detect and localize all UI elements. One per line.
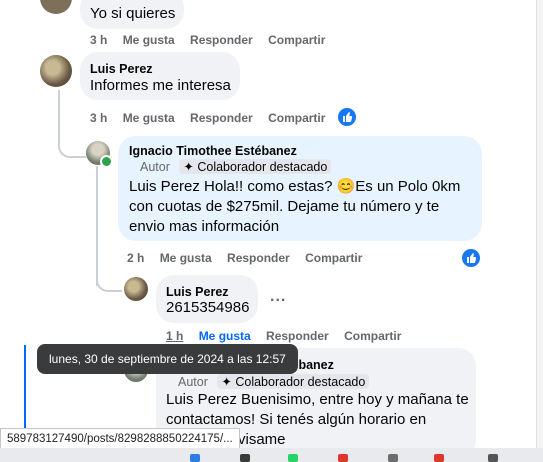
taskbar-app-icon[interactable] — [190, 454, 200, 462]
like-button[interactable]: Me gusta — [123, 111, 175, 125]
like-icon[interactable] — [336, 106, 358, 128]
reply-button[interactable]: Responder — [227, 251, 290, 265]
timestamp-link[interactable]: 2 h — [127, 251, 144, 265]
taskbar-app-icon[interactable] — [488, 454, 498, 462]
author-badges: Autor ✦ Colaborador destacado — [140, 159, 332, 174]
comment-text-line: envio mas información — [129, 218, 280, 235]
like-button[interactable]: Me gusta — [199, 329, 251, 343]
top-contributor-badge[interactable]: ✦ Colaborador destacado — [217, 374, 370, 389]
share-button[interactable]: Compartir — [344, 329, 401, 343]
sparkle-icon: ✦ — [221, 375, 232, 389]
badge-label: Colaborador destacado — [235, 375, 366, 389]
comment-text: 2615354986 — [166, 299, 250, 316]
author-label: Autor — [140, 160, 170, 174]
thread-line — [96, 268, 122, 292]
comment-author[interactable]: Luis Perez — [90, 62, 153, 76]
taskbar — [0, 448, 543, 462]
comment-text-line: Luis Perez Buenisimo, entre hoy y mañana… — [166, 391, 469, 408]
comment-actions: 3 h Me gusta Responder Compartir — [90, 111, 337, 125]
thread-line — [58, 118, 86, 158]
author-badges: Autor ✦ Colaborador destacado — [178, 374, 370, 389]
timestamp-link[interactable]: 3 h — [90, 111, 107, 125]
comment-actions: 2 h Me gusta Responder Compartir — [127, 251, 374, 265]
author-label: Autor — [178, 375, 208, 389]
like-button[interactable]: Me gusta — [123, 33, 175, 47]
timestamp-link[interactable]: 3 h — [90, 33, 107, 47]
sparkle-icon: ✦ — [183, 160, 194, 174]
online-status-indicator — [100, 155, 113, 168]
comment-text-line: Luis Perez Hola!! como estas? 😊Es un Pol… — [129, 178, 461, 195]
comment-text-line: contactamos! Si tenés algún horario en — [166, 411, 427, 428]
thread-line — [24, 345, 26, 435]
reply-button[interactable]: Responder — [266, 329, 329, 343]
taskbar-app-icon[interactable] — [388, 454, 398, 462]
top-contributor-badge[interactable]: ✦ Colaborador destacado — [179, 159, 332, 174]
taskbar-app-icon[interactable] — [288, 454, 298, 462]
taskbar-app-icon[interactable] — [434, 454, 444, 462]
comment-author[interactable]: Ignacio Timothee Estébanez — [129, 144, 297, 158]
comment-author[interactable]: Luis Perez — [166, 285, 229, 299]
share-button[interactable]: Compartir — [305, 251, 362, 265]
comment-text: Informes me interesa — [90, 77, 231, 94]
avatar[interactable] — [124, 277, 148, 301]
comment-actions: 3 h Me gusta Responder Compartir — [90, 33, 337, 47]
scrollbar[interactable] — [536, 0, 543, 448]
timestamp-tooltip: lunes, 30 de septiembre de 2024 a las 12… — [37, 344, 298, 374]
taskbar-app-icon[interactable] — [240, 454, 250, 462]
reply-button[interactable]: Responder — [190, 111, 253, 125]
reply-button[interactable]: Responder — [190, 33, 253, 47]
badge-label: Colaborador destacado — [197, 160, 328, 174]
comment-text: Yo si quieres — [90, 5, 176, 22]
avatar[interactable] — [40, 0, 72, 14]
more-options-icon[interactable]: ... — [270, 288, 286, 306]
like-icon[interactable] — [460, 247, 482, 269]
comment-text-line: visame — [238, 431, 286, 448]
timestamp-link[interactable]: 1 h — [166, 329, 183, 343]
comment-actions: 1 h Me gusta Responder Compartir — [166, 329, 413, 343]
taskbar-app-icon[interactable] — [338, 454, 348, 462]
avatar[interactable] — [40, 55, 72, 87]
comment-text-line: con cuotas de $275mil. Dejame tu número … — [129, 198, 440, 215]
status-bar-url: 589783127490/posts/8298288850224175/... — [0, 428, 240, 450]
like-button[interactable]: Me gusta — [160, 251, 212, 265]
share-button[interactable]: Compartir — [268, 33, 325, 47]
share-button[interactable]: Compartir — [268, 111, 325, 125]
